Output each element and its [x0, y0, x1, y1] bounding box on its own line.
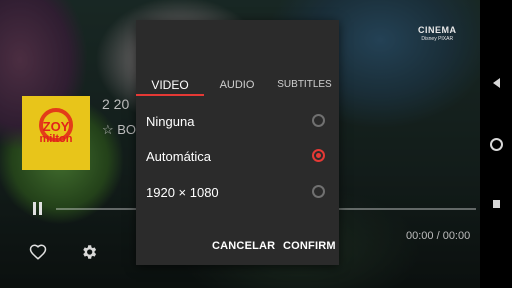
system-nav-bar: [480, 0, 512, 288]
cancel-button[interactable]: CANCELAR: [212, 240, 275, 252]
option-label: 1920 × 1080: [146, 185, 219, 200]
tab-audio[interactable]: AUDIO: [204, 78, 270, 98]
tab-subtitles[interactable]: SUBTITLES: [270, 78, 339, 98]
video-meta-date: 2 20: [102, 96, 130, 112]
option-automatica[interactable]: Automática: [136, 141, 339, 171]
recent-square-icon[interactable]: [488, 196, 504, 212]
channel-logo-subtitle: Disney PIXAR: [421, 36, 454, 42]
radio-button[interactable]: [312, 185, 325, 198]
confirm-button[interactable]: CONFIRM: [283, 240, 336, 252]
home-circle-icon[interactable]: [488, 136, 504, 152]
option-label: Automática: [146, 149, 212, 164]
gear-icon[interactable]: [80, 243, 98, 261]
heart-icon[interactable]: [29, 243, 47, 261]
video-meta-title: ☆ BO: [102, 122, 137, 137]
option-1080p[interactable]: 1920 × 1080: [136, 177, 339, 207]
track-selection-dialog: VIDEO AUDIO SUBTITLES Ninguna Automática…: [136, 20, 339, 265]
pause-icon[interactable]: [30, 201, 44, 217]
radio-button[interactable]: [312, 114, 325, 127]
thumbnail-ring: [39, 108, 73, 142]
option-ninguna[interactable]: Ninguna: [136, 106, 339, 136]
selected-tab-indicator: [136, 94, 204, 96]
option-label: Ninguna: [146, 114, 195, 129]
channel-logo: CINEMA Disney PIXAR: [418, 26, 457, 44]
back-triangle-icon[interactable]: [488, 75, 504, 91]
channel-logo-title: CINEMA: [418, 25, 457, 35]
radio-button-selected[interactable]: [312, 149, 325, 162]
playback-time: 00:00 / 00:00: [406, 230, 471, 242]
video-thumbnail: ZOY milton: [22, 96, 90, 170]
screen: CINEMA Disney PIXAR ZOY milton 2 20 ☆ BO…: [0, 0, 512, 288]
